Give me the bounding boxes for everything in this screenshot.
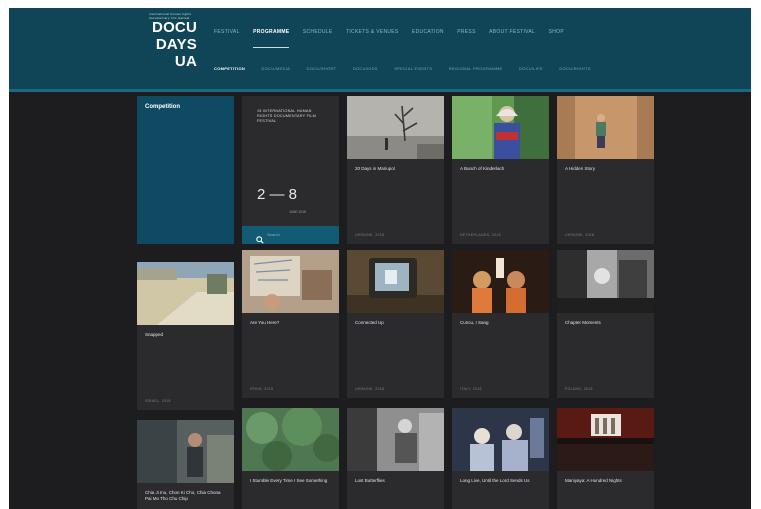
competition-panel: Competition xyxy=(137,96,234,244)
film-card[interactable]: Long Live, Until the Lord Sends Us xyxy=(452,408,549,509)
film-title: Are You Here? xyxy=(250,320,280,325)
film-card[interactable]: Chia Ji Inu, Chon Ki Cho, Chia Chona Pai… xyxy=(137,420,234,509)
film-title: Maniyaya: A Hundred Nights xyxy=(565,478,622,483)
film-card[interactable]: 20 Days in Mariupol Ukraine, 2018 xyxy=(347,96,444,244)
search-placeholder: Search xyxy=(267,232,280,237)
film-card[interactable]: Cuncu, I Sang Italy, 2018 xyxy=(452,250,549,398)
competition-heading: Competition xyxy=(145,104,180,110)
film-meta: Ukraine, 2018 xyxy=(355,387,385,391)
search-icon[interactable] xyxy=(256,231,264,244)
film-thumbnail xyxy=(557,408,654,471)
programme-grid: Competition 15 International Human Right… xyxy=(9,8,751,509)
film-title: I Stumble Every Time I See Something xyxy=(250,478,328,483)
film-title: Chapter Moments xyxy=(565,320,601,325)
film-meta: Israel, 2018 xyxy=(145,399,171,403)
film-thumbnail xyxy=(242,250,339,313)
film-thumbnail xyxy=(242,408,339,471)
film-meta: Poland, 2018 xyxy=(565,387,593,391)
film-thumbnail xyxy=(452,408,549,471)
film-thumbnail xyxy=(452,250,549,313)
film-title: A Hidden Story xyxy=(565,166,596,171)
film-thumbnail xyxy=(137,262,234,325)
festival-description: 15 International Human Rights Documentar… xyxy=(257,109,317,123)
film-thumbnail xyxy=(347,408,444,471)
film-meta: Ukraine, 2018 xyxy=(565,233,595,237)
film-title: Connected Up xyxy=(355,320,384,325)
film-card[interactable]: A Hidden Story Ukraine, 2018 xyxy=(557,96,654,244)
film-thumbnail xyxy=(452,96,549,159)
film-meta: Netherlands, 2018 xyxy=(460,233,501,237)
festival-info-panel: 15 International Human Rights Documentar… xyxy=(242,96,339,244)
film-title: Long Live, Until the Lord Sends Us xyxy=(460,478,530,483)
film-card[interactable]: Snapped Israel, 2018 xyxy=(137,262,234,410)
film-title: Chia Ji Inu, Chon Ki Cho, Chia Chona Pai… xyxy=(145,490,221,501)
film-meta: Italy, 2018 xyxy=(460,387,482,391)
film-title: A Bunch of Kinderlach xyxy=(460,166,505,171)
film-title: Lost Butterflies xyxy=(355,478,385,483)
film-thumbnail xyxy=(347,250,444,313)
film-thumbnail xyxy=(347,96,444,159)
film-card[interactable]: Lost Butterflies xyxy=(347,408,444,509)
film-thumbnail xyxy=(557,96,654,159)
browser-viewport: international human rights documentary f… xyxy=(9,8,751,509)
festival-dates-subtitle: June 2018 xyxy=(289,210,306,214)
film-card[interactable]: I Stumble Every Time I See Something xyxy=(242,408,339,509)
film-card[interactable]: A Bunch of Kinderlach Netherlands, 2018 xyxy=(452,96,549,244)
film-meta: Spain, 2018 xyxy=(250,387,274,391)
film-thumbnail xyxy=(137,420,234,483)
film-card[interactable]: Connected Up Ukraine, 2018 xyxy=(347,250,444,398)
film-title: 20 Days in Mariupol xyxy=(355,166,395,171)
film-title: Cuncu, I Sang xyxy=(460,320,489,325)
film-card[interactable]: Are You Here? Spain, 2018 xyxy=(242,250,339,398)
film-meta: Ukraine, 2018 xyxy=(355,233,385,237)
film-title: Snapped xyxy=(145,332,164,337)
search-bar[interactable]: Search xyxy=(242,226,339,244)
festival-dates: 2 — 8 xyxy=(257,186,298,203)
film-card[interactable]: Maniyaya: A Hundred Nights xyxy=(557,408,654,509)
film-thumbnail xyxy=(557,250,654,313)
film-card[interactable]: Chapter Moments Poland, 2018 xyxy=(557,250,654,398)
